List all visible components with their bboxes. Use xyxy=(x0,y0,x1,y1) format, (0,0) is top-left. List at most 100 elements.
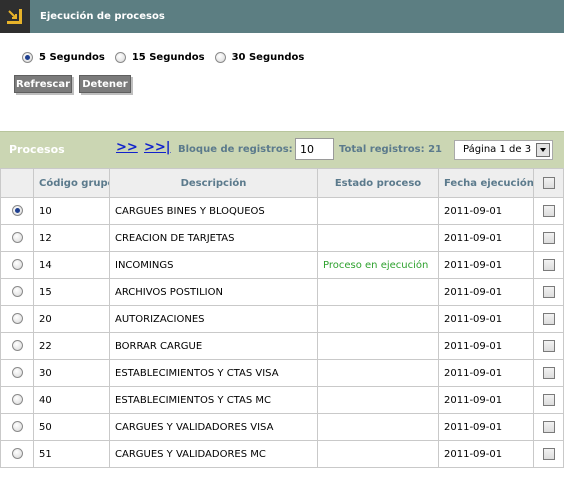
row-select-radio[interactable] xyxy=(11,367,23,379)
row-description: CARGUES Y VALIDADORES VISA xyxy=(109,413,318,441)
table-row[interactable]: 10 CARGUES BINES Y BLOQUEOS 2011-09-01 xyxy=(0,197,564,225)
row-checkbox[interactable] xyxy=(542,394,555,406)
row-checkbox[interactable] xyxy=(542,259,555,271)
row-status xyxy=(317,332,439,360)
row-select-cell xyxy=(0,359,34,387)
refresh-button[interactable]: Refrescar xyxy=(14,75,72,93)
row-select-cell xyxy=(0,413,34,441)
row-checkbox[interactable] xyxy=(542,367,555,379)
description-column-header[interactable]: Descripción xyxy=(109,168,318,198)
row-select-cell xyxy=(0,440,34,468)
row-code: 22 xyxy=(33,332,110,360)
row-status xyxy=(317,197,439,225)
table-header-row: Código grupo Descripción Estado proceso … xyxy=(0,168,564,198)
row-checkbox[interactable] xyxy=(542,340,555,352)
table-row[interactable]: 50 CARGUES Y VALIDADORES VISA 2011-09-01 xyxy=(0,413,564,441)
row-status xyxy=(317,386,439,414)
row-select-radio[interactable] xyxy=(11,448,23,460)
status-column-header[interactable]: Estado proceso xyxy=(317,168,439,198)
row-select-radio[interactable] xyxy=(11,313,23,325)
app-logo xyxy=(0,0,30,33)
select-all-checkbox[interactable] xyxy=(542,177,555,189)
stop-button[interactable]: Detener xyxy=(79,75,131,93)
row-code: 30 xyxy=(33,359,110,387)
row-code: 51 xyxy=(33,440,110,468)
row-date: 2011-09-01 xyxy=(438,440,534,468)
header-bar: Ejecución de procesos xyxy=(0,0,564,33)
last-page-link[interactable]: >>| xyxy=(144,140,171,155)
table-row[interactable]: 51 CARGUES Y VALIDADORES MC 2011-09-01 xyxy=(0,440,564,468)
row-checkbox[interactable] xyxy=(542,313,555,325)
processes-toolbar: Procesos >> >>| Bloque de registros: Tot… xyxy=(0,131,564,168)
row-status xyxy=(317,224,439,252)
table-row[interactable]: 20 AUTORIZACIONES 2011-09-01 xyxy=(0,305,564,333)
table-row[interactable]: 14 INCOMINGS Proceso en ejecución 2011-09-0… xyxy=(0,251,564,279)
row-select-cell xyxy=(0,251,34,279)
table-row[interactable]: 12 CREACION DE TARJETAS 2011-09-01 xyxy=(0,224,564,252)
row-date: 2011-09-01 xyxy=(438,278,534,306)
arrow-down-right-icon xyxy=(7,9,22,24)
block-size-input[interactable] xyxy=(295,138,334,160)
row-code: 12 xyxy=(33,224,110,252)
page-select-value: Página 1 de 3 xyxy=(463,144,532,155)
row-checkbox[interactable] xyxy=(542,205,555,217)
row-date: 2011-09-01 xyxy=(438,224,534,252)
row-code: 20 xyxy=(33,305,110,333)
page-select[interactable]: Página 1 de 3 xyxy=(454,140,553,160)
table-row[interactable]: 40 ESTABLECIMIENTOS Y CTAS MC 2011-09-01 xyxy=(0,386,564,414)
code-column-header[interactable]: Código grupo xyxy=(33,168,110,198)
row-select-radio[interactable] xyxy=(11,259,23,271)
total-records-label: Total registros: xyxy=(339,144,425,155)
total-records-value: 21 xyxy=(428,144,442,155)
refresh-5s-option[interactable]: 5 Segundos xyxy=(22,51,105,63)
row-checkbox-cell xyxy=(533,251,564,279)
row-select-cell xyxy=(0,197,34,225)
row-description: ARCHIVOS POSTILION xyxy=(109,278,318,306)
row-date: 2011-09-01 xyxy=(438,332,534,360)
row-checkbox[interactable] xyxy=(542,448,555,460)
row-select-radio[interactable] xyxy=(11,421,23,433)
date-column-header[interactable]: Fecha ejecución xyxy=(438,168,534,198)
total-records: Total registros: 21 xyxy=(339,144,442,155)
row-select-cell xyxy=(0,278,34,306)
row-code: 40 xyxy=(33,386,110,414)
row-checkbox-cell xyxy=(533,224,564,252)
refresh-15s-label: 15 Segundos xyxy=(131,51,205,63)
row-select-radio[interactable] xyxy=(11,394,23,406)
refresh-5s-radio[interactable] xyxy=(22,51,33,63)
row-select-cell xyxy=(0,386,34,414)
row-checkbox[interactable] xyxy=(542,421,555,433)
next-page-link[interactable]: >> xyxy=(116,140,138,155)
table-row[interactable]: 22 BORRAR CARGUE 2011-09-01 xyxy=(0,332,564,360)
row-checkbox-cell xyxy=(533,413,564,441)
row-select-radio[interactable] xyxy=(11,232,23,244)
table-row[interactable]: 30 ESTABLECIMIENTOS Y CTAS VISA 2011-09-01 xyxy=(0,359,564,387)
row-code: 10 xyxy=(33,197,110,225)
toolbar-title: Procesos xyxy=(9,143,65,156)
row-select-radio[interactable] xyxy=(11,340,23,352)
refresh-15s-option[interactable]: 15 Segundos xyxy=(114,51,205,63)
row-status xyxy=(317,305,439,333)
chevron-down-icon[interactable] xyxy=(536,143,550,157)
row-select-cell xyxy=(0,224,34,252)
row-status xyxy=(317,278,439,306)
row-description: CARGUES Y VALIDADORES MC xyxy=(109,440,318,468)
row-code: 50 xyxy=(33,413,110,441)
row-description: CARGUES BINES Y BLOQUEOS xyxy=(109,197,318,225)
row-checkbox[interactable] xyxy=(542,232,555,244)
row-select-radio[interactable] xyxy=(11,286,23,298)
row-checkbox-cell xyxy=(533,278,564,306)
row-code: 15 xyxy=(33,278,110,306)
row-checkbox-cell xyxy=(533,197,564,225)
row-checkbox-cell xyxy=(533,440,564,468)
refresh-15s-radio[interactable] xyxy=(114,51,126,63)
row-date: 2011-09-01 xyxy=(438,251,534,279)
refresh-30s-radio[interactable] xyxy=(214,51,226,63)
row-select-radio[interactable] xyxy=(11,205,23,217)
row-code: 14 xyxy=(33,251,110,279)
table-row[interactable]: 15 ARCHIVOS POSTILION 2011-09-01 xyxy=(0,278,564,306)
row-description: ESTABLECIMIENTOS Y CTAS MC xyxy=(109,386,318,414)
row-checkbox[interactable] xyxy=(542,286,555,298)
refresh-30s-option[interactable]: 30 Segundos xyxy=(214,51,304,63)
row-description: AUTORIZACIONES xyxy=(109,305,318,333)
